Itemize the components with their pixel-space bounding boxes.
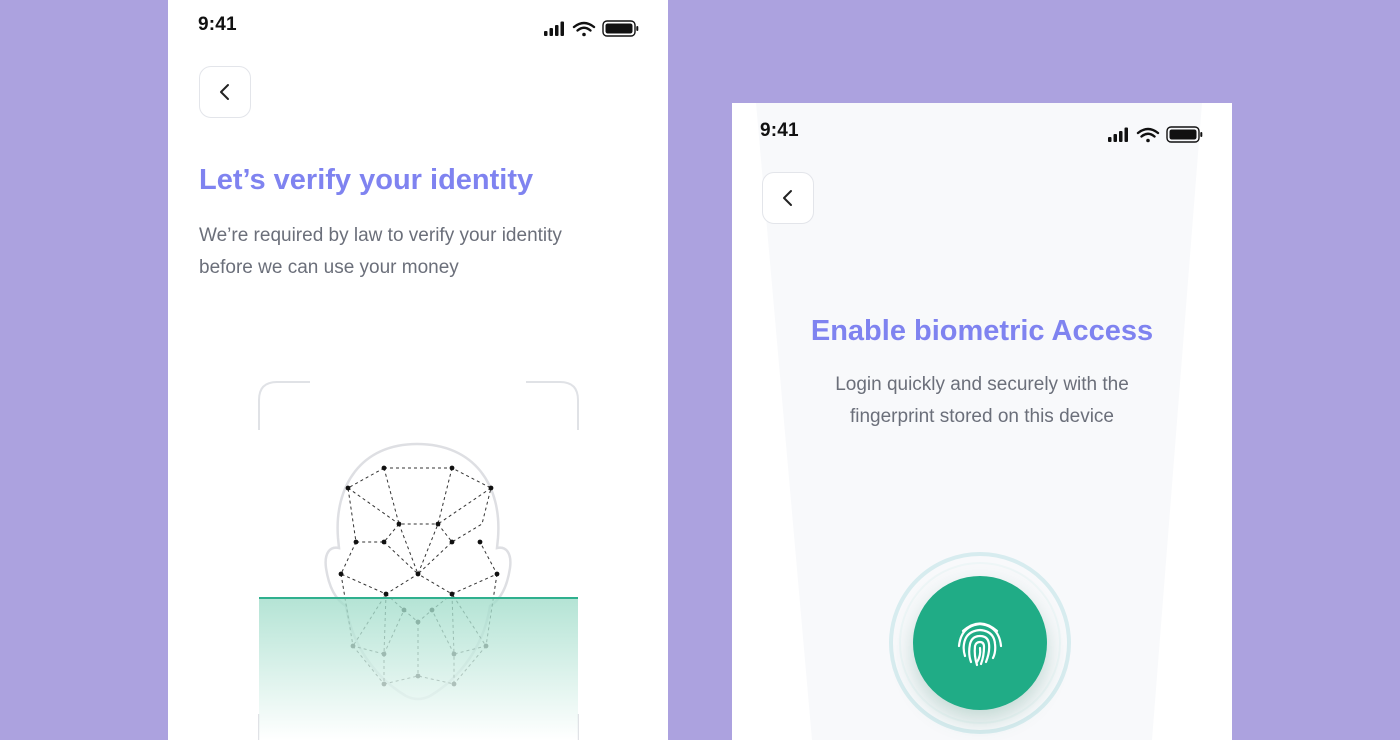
status-bar-icons xyxy=(544,20,639,37)
wifi-icon xyxy=(572,21,596,37)
battery-icon xyxy=(1166,126,1203,143)
back-button[interactable] xyxy=(199,66,251,118)
identity-verification-screen: 9:41 Let’s verify your identity We’re re… xyxy=(168,0,668,740)
page-title: Enable biometric Access xyxy=(810,315,1154,347)
subtitle-line: fingerprint stored on this device xyxy=(849,406,1115,427)
back-button[interactable] xyxy=(762,172,814,224)
fingerprint-button[interactable] xyxy=(913,576,1047,710)
status-bar-icons xyxy=(1108,126,1203,143)
battery-icon xyxy=(602,20,639,37)
biometric-access-screen: 9:41 Enable biometric Access Login quick… xyxy=(732,103,1232,740)
status-bar-time: 9:41 xyxy=(760,120,799,141)
page-subtitle: Login quickly and securely with the fing… xyxy=(732,369,1232,433)
subtitle-line: We’re required by law to verify your ide… xyxy=(199,225,562,246)
cellular-signal-icon xyxy=(544,21,564,36)
subtitle-line: before we can use your money xyxy=(199,257,459,278)
wifi-icon xyxy=(1136,127,1160,143)
scan-overlay xyxy=(259,597,578,740)
chevron-left-icon xyxy=(220,84,229,100)
chevron-left-icon xyxy=(783,190,792,206)
subtitle-line: Login quickly and securely with the xyxy=(835,374,1129,395)
cellular-signal-icon xyxy=(1108,127,1128,142)
fingerprint-area xyxy=(886,548,1076,738)
face-scan-illustration xyxy=(258,381,579,740)
fingerprint-icon xyxy=(957,622,1003,667)
page-subtitle: We’re required by law to verify your ide… xyxy=(199,220,639,284)
status-bar-time: 9:41 xyxy=(198,14,237,35)
page-title: Let’s verify your identity xyxy=(199,164,534,196)
